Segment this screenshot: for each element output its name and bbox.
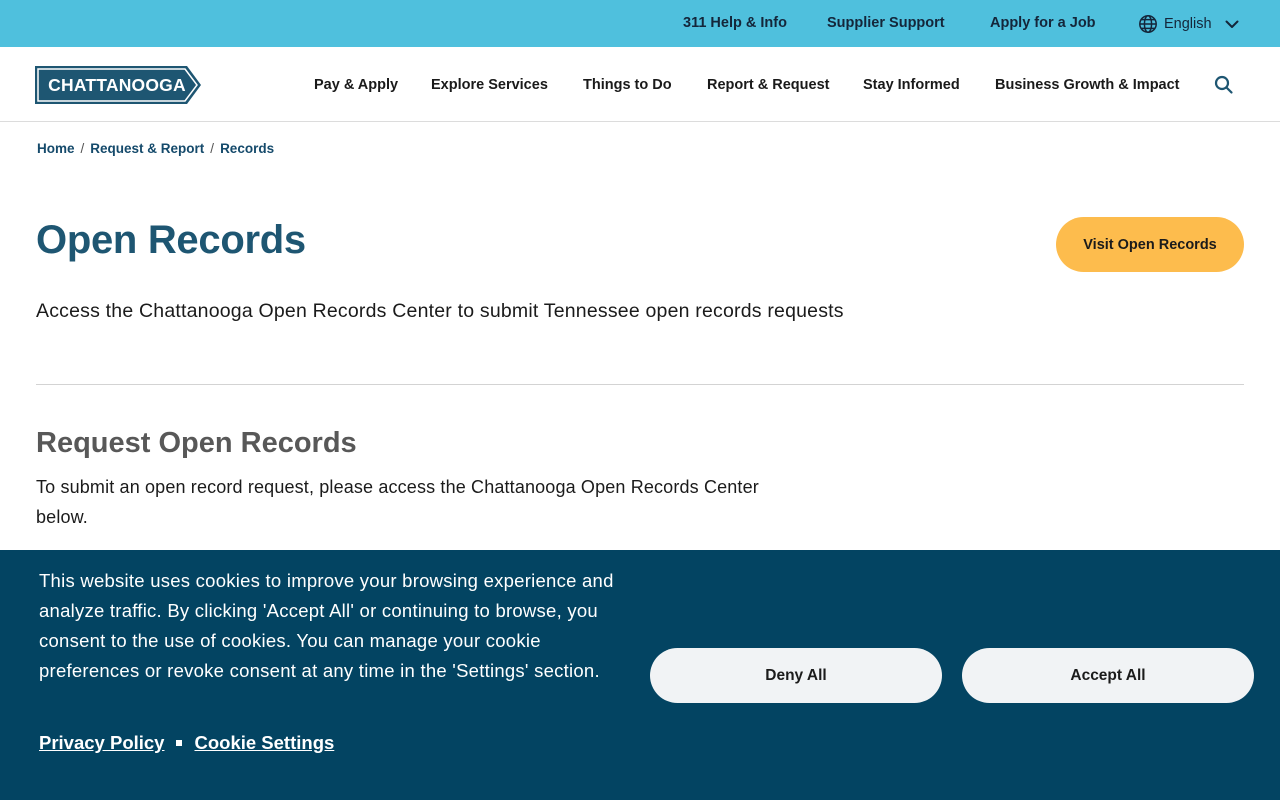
deny-all-button[interactable]: Deny All [650, 648, 942, 703]
search-icon [1214, 75, 1233, 94]
nav-stay-informed[interactable]: Stay Informed [863, 77, 960, 93]
section-divider [36, 384, 1244, 385]
utility-link-apply-job[interactable]: Apply for a Job [990, 15, 1096, 31]
privacy-policy-link[interactable]: Privacy Policy [39, 732, 164, 754]
language-selector[interactable]: English [1138, 13, 1239, 35]
page-description: Access the Chattanooga Open Records Cent… [36, 300, 844, 322]
cookie-banner: This website uses cookies to improve you… [0, 550, 1280, 800]
visit-open-records-button[interactable]: Visit Open Records [1056, 217, 1244, 272]
cookie-message: This website uses cookies to improve you… [39, 570, 614, 681]
link-separator-dot [176, 740, 183, 746]
breadcrumb-request-report[interactable]: Request & Report [90, 141, 204, 156]
breadcrumb-home[interactable]: Home [37, 141, 75, 156]
search-button[interactable] [1212, 73, 1236, 97]
chattanooga-logo[interactable]: CHATTANOOGA [35, 66, 202, 104]
utility-link-311-help[interactable]: 311 Help & Info [683, 15, 787, 31]
nav-report-request[interactable]: Report & Request [707, 77, 829, 93]
language-label: English [1164, 16, 1212, 32]
nav-things-to-do[interactable]: Things to Do [583, 77, 672, 93]
accept-all-button[interactable]: Accept All [962, 648, 1254, 703]
nav-business-growth[interactable]: Business Growth & Impact [995, 77, 1180, 93]
page-title: Open Records [36, 218, 306, 262]
globe-icon [1138, 14, 1158, 34]
breadcrumb-records[interactable]: Records [220, 141, 274, 156]
logo-wordmark: CHATTANOOGA [48, 75, 186, 95]
nav-explore-services[interactable]: Explore Services [431, 77, 548, 93]
utility-link-supplier-support[interactable]: Supplier Support [827, 15, 945, 31]
chevron-down-icon [1225, 20, 1239, 29]
breadcrumb-separator: / [210, 141, 215, 156]
site-header: CHATTANOOGA Pay & Apply Explore Services… [0, 47, 1280, 122]
section-title: Request Open Records [36, 427, 357, 459]
breadcrumb-separator: / [80, 141, 85, 156]
cookie-links: Privacy Policy Cookie Settings [39, 732, 334, 754]
utility-bar: 311 Help & Info Supplier Support Apply f… [0, 0, 1280, 47]
cookie-settings-link[interactable]: Cookie Settings [194, 732, 334, 754]
breadcrumb: Home / Request & Report / Records [37, 141, 274, 156]
section-body: To submit an open record request, please… [36, 477, 759, 527]
nav-pay-apply[interactable]: Pay & Apply [314, 77, 398, 93]
